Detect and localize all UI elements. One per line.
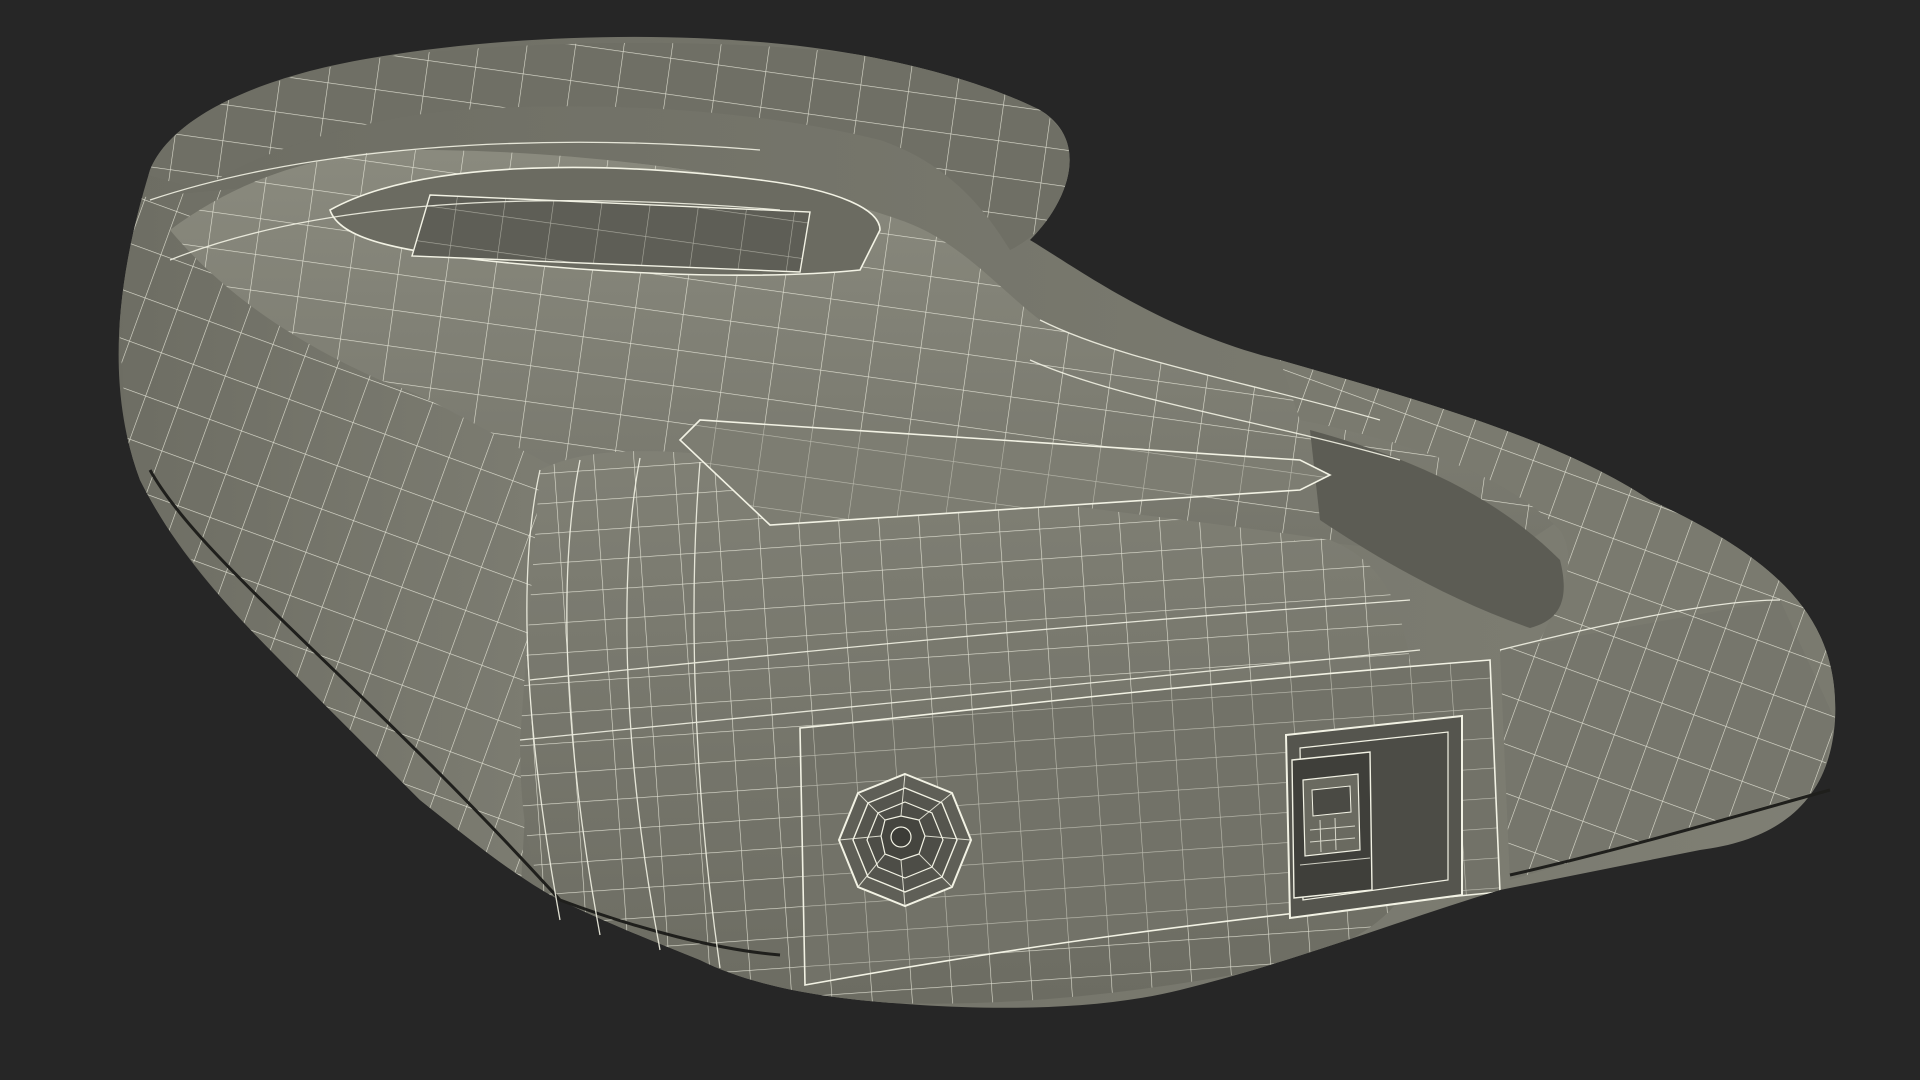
wireframe-device-render [118,36,1836,1008]
render-viewport [0,0,1920,1080]
usb-b-port-icon [1284,714,1463,920]
dc-power-jack-icon [837,772,973,908]
